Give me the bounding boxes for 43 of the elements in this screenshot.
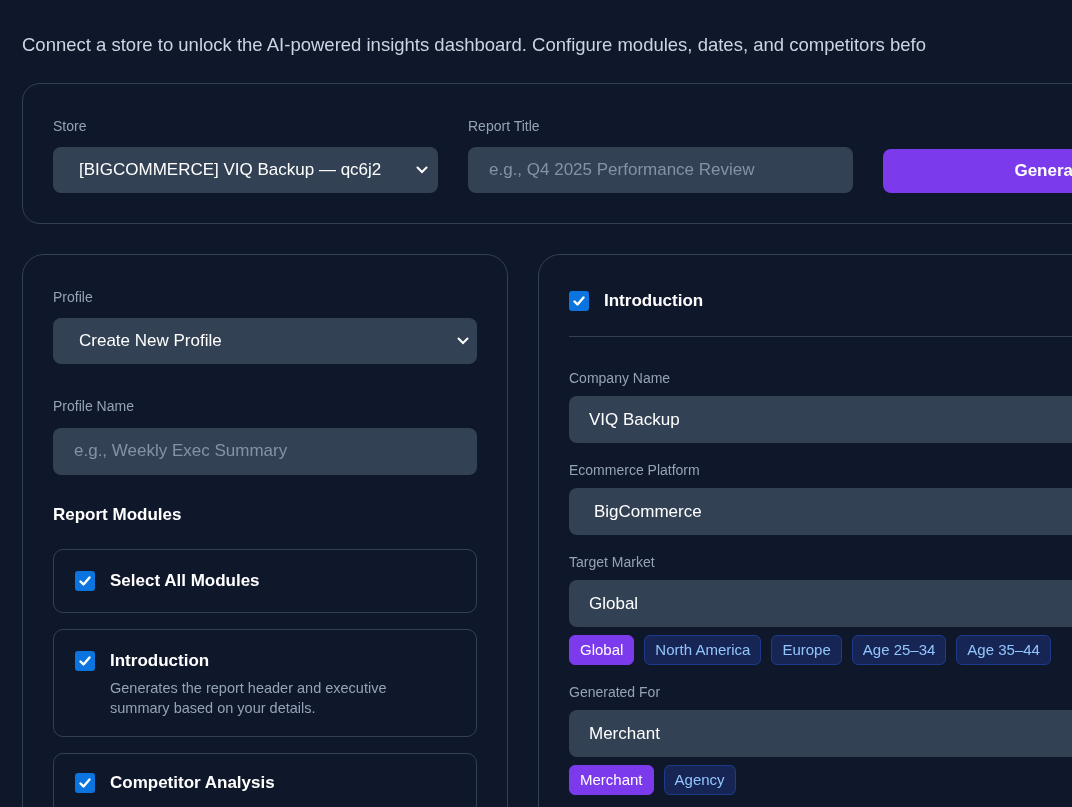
- chevron-down-icon: [457, 336, 469, 345]
- module-card[interactable]: Introduction Generates the report header and executive summary based on your details.: [53, 629, 477, 738]
- intro-text: Connect a store to unlock the AI-powered insights dashboard. Configure modules, dates, and competitors befo: [22, 33, 927, 57]
- text-field[interactable]: Merchant: [569, 710, 1072, 758]
- text-field[interactable]: Global: [569, 580, 1072, 628]
- platform-select[interactable]: BigCommerce: [569, 488, 1072, 536]
- field-label: Generated For: [569, 683, 662, 703]
- profile-select[interactable]: Create New Profile: [53, 317, 477, 364]
- option-chip[interactable]: Age 25–34: [851, 635, 947, 666]
- module-title: Introduction: [604, 289, 704, 312]
- section-heading: Report Modules: [53, 503, 183, 526]
- module-title: Introduction: [110, 650, 211, 673]
- checkbox[interactable]: [75, 773, 95, 794]
- option-chip[interactable]: Merchant: [569, 765, 654, 796]
- text-field[interactable]: VIQ Backup: [569, 396, 1072, 444]
- option-chip[interactable]: Age 35–44: [956, 635, 1051, 666]
- field-label: Ecommerce Platform: [569, 461, 701, 481]
- option-chip[interactable]: Global: [569, 635, 635, 666]
- field-label: Profile: [53, 287, 94, 307]
- module-title: Competitor Analysis: [110, 772, 275, 795]
- checkbox[interactable]: [75, 571, 95, 592]
- field-label: Target Market: [569, 553, 656, 573]
- check-icon: [78, 654, 92, 669]
- field-label: Store: [53, 116, 88, 136]
- module-description: Generates the report header and executive summary based on your details.: [110, 679, 388, 719]
- checkbox[interactable]: [75, 651, 95, 672]
- module-title: Select All Modules: [110, 570, 260, 593]
- field-label: Report Title: [468, 116, 541, 136]
- check-icon: [572, 293, 586, 308]
- option-chip[interactable]: North America: [644, 635, 762, 666]
- checkbox[interactable]: [569, 290, 589, 311]
- check-icon: [78, 574, 92, 589]
- report-title-field[interactable]: e.g., Q4 2025 Performance Review: [468, 146, 853, 193]
- option-chip[interactable]: Agency: [663, 765, 736, 796]
- check-icon: [78, 776, 92, 791]
- store-select[interactable]: [BIGCOMMERCE] VIQ Backup — qc6j2: [53, 146, 438, 193]
- module-card[interactable]: Select All Modules: [53, 549, 477, 614]
- field-label: Company Name: [569, 369, 672, 389]
- option-chip[interactable]: Europe: [771, 635, 842, 666]
- chevron-down-icon: [416, 165, 428, 174]
- field-label: Profile Name: [53, 397, 134, 414]
- module-card[interactable]: Competitor Analysis: [53, 753, 477, 807]
- profile-name-field[interactable]: e.g., Weekly Exec Summary: [53, 427, 477, 475]
